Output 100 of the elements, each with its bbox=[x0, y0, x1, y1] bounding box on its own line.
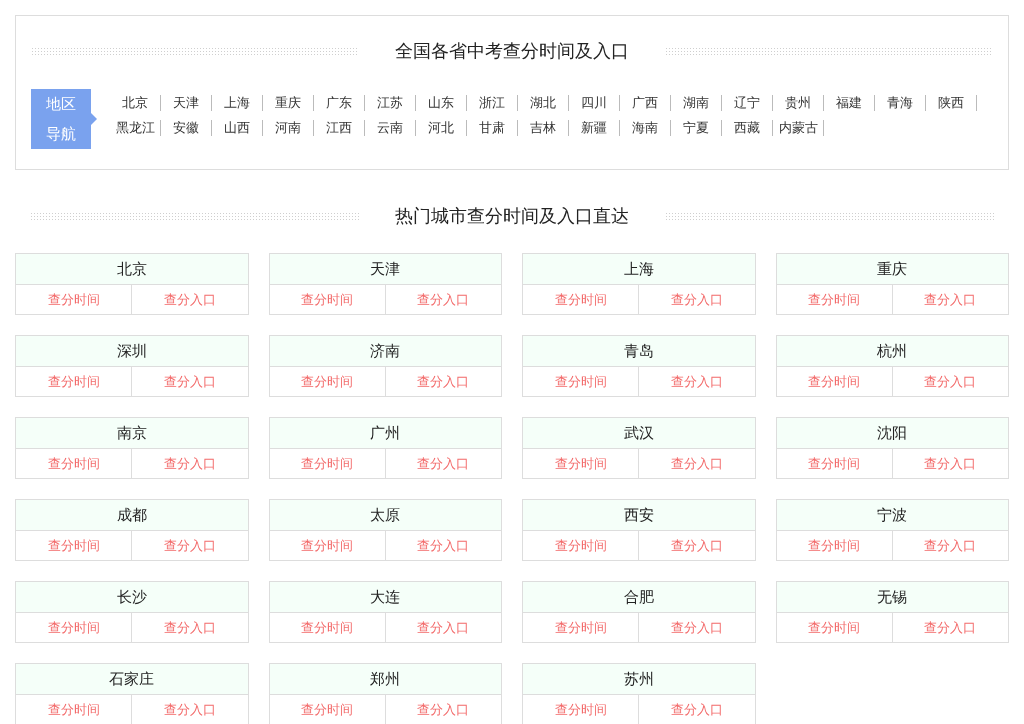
city-name: 苏州 bbox=[523, 664, 755, 695]
region-link[interactable]: 广东 bbox=[314, 95, 365, 111]
city-name: 沈阳 bbox=[776, 418, 1008, 449]
score-link[interactable]: 查分入口 bbox=[384, 449, 501, 478]
score-link[interactable]: 查分时间 bbox=[523, 531, 639, 560]
score-link[interactable]: 查分时间 bbox=[16, 613, 132, 642]
region-link[interactable]: 广西 bbox=[620, 95, 671, 111]
score-link[interactable]: 查分入口 bbox=[891, 449, 1008, 478]
city-name: 广州 bbox=[269, 418, 501, 449]
score-link[interactable]: 查分时间 bbox=[776, 285, 892, 314]
score-link[interactable]: 查分入口 bbox=[891, 367, 1008, 396]
score-link[interactable]: 查分入口 bbox=[384, 285, 501, 314]
region-link[interactable]: 宁夏 bbox=[671, 120, 722, 136]
city-name: 西安 bbox=[523, 500, 755, 531]
region-link[interactable]: 浙江 bbox=[467, 95, 518, 111]
region-link[interactable]: 青海 bbox=[875, 95, 926, 111]
region-link[interactable]: 西藏 bbox=[722, 120, 773, 136]
region-link[interactable]: 甘肃 bbox=[467, 120, 518, 136]
region-link[interactable]: 天津 bbox=[161, 95, 212, 111]
region-link[interactable]: 湖北 bbox=[518, 95, 569, 111]
region-link[interactable]: 吉林 bbox=[518, 120, 569, 136]
score-link[interactable]: 查分入口 bbox=[131, 695, 248, 724]
city-name: 南京 bbox=[16, 418, 248, 449]
score-link[interactable]: 查分入口 bbox=[131, 367, 248, 396]
region-link[interactable]: 四川 bbox=[569, 95, 620, 111]
region-link[interactable]: 河南 bbox=[263, 120, 314, 136]
region-link[interactable]: 福建 bbox=[824, 95, 875, 111]
score-link[interactable]: 查分时间 bbox=[269, 695, 385, 724]
score-link[interactable]: 查分时间 bbox=[776, 449, 892, 478]
score-link[interactable]: 查分时间 bbox=[269, 613, 385, 642]
region-link[interactable]: 江西 bbox=[314, 120, 365, 136]
score-link[interactable]: 查分时间 bbox=[16, 695, 132, 724]
section-title: 全国各省中考查分时间及入口 bbox=[395, 40, 629, 63]
score-link[interactable]: 查分时间 bbox=[269, 449, 385, 478]
city-name: 郑州 bbox=[269, 664, 501, 695]
score-link[interactable]: 查分时间 bbox=[776, 613, 892, 642]
score-link[interactable]: 查分入口 bbox=[384, 613, 501, 642]
score-link[interactable]: 查分入口 bbox=[638, 285, 755, 314]
score-link[interactable]: 查分入口 bbox=[131, 285, 248, 314]
score-link[interactable]: 查分入口 bbox=[384, 367, 501, 396]
city-name: 合肥 bbox=[523, 582, 755, 613]
score-link[interactable]: 查分时间 bbox=[523, 695, 639, 724]
city-name: 北京 bbox=[16, 254, 248, 285]
city-name: 青岛 bbox=[523, 336, 755, 367]
score-link[interactable]: 查分入口 bbox=[638, 531, 755, 560]
score-link[interactable]: 查分时间 bbox=[523, 449, 639, 478]
score-link[interactable]: 查分时间 bbox=[16, 367, 132, 396]
score-link[interactable]: 查分入口 bbox=[131, 531, 248, 560]
region-link[interactable]: 陕西 bbox=[926, 95, 977, 111]
score-link[interactable]: 查分时间 bbox=[269, 531, 385, 560]
city-name: 长沙 bbox=[16, 582, 248, 613]
region-link[interactable]: 上海 bbox=[212, 95, 263, 111]
city-name: 成都 bbox=[16, 500, 248, 531]
score-link[interactable]: 查分时间 bbox=[269, 285, 385, 314]
pointer-arrow-icon bbox=[91, 113, 97, 125]
score-link[interactable]: 查分入口 bbox=[131, 449, 248, 478]
score-link[interactable]: 查分时间 bbox=[776, 367, 892, 396]
city-name: 天津 bbox=[269, 254, 501, 285]
score-link[interactable]: 查分入口 bbox=[638, 695, 755, 724]
score-link[interactable]: 查分入口 bbox=[891, 613, 1008, 642]
score-link[interactable]: 查分时间 bbox=[16, 449, 132, 478]
region-link[interactable]: 贵州 bbox=[773, 95, 824, 111]
region-link[interactable]: 江苏 bbox=[365, 95, 416, 111]
score-link[interactable]: 查分时间 bbox=[523, 285, 639, 314]
region-link[interactable]: 海南 bbox=[620, 120, 671, 136]
score-link[interactable]: 查分入口 bbox=[638, 449, 755, 478]
region-link[interactable]: 河北 bbox=[416, 120, 467, 136]
region-link[interactable]: 山西 bbox=[212, 120, 263, 136]
score-link[interactable]: 查分时间 bbox=[269, 367, 385, 396]
city-name: 宁波 bbox=[776, 500, 1008, 531]
score-link[interactable]: 查分时间 bbox=[16, 531, 132, 560]
score-link[interactable]: 查分时间 bbox=[776, 531, 892, 560]
score-link[interactable]: 查分入口 bbox=[891, 531, 1008, 560]
score-link[interactable]: 查分时间 bbox=[523, 367, 639, 396]
score-link[interactable]: 查分入口 bbox=[638, 613, 755, 642]
score-link[interactable]: 查分时间 bbox=[16, 285, 132, 314]
region-link[interactable]: 安徽 bbox=[161, 120, 212, 136]
region-link[interactable]: 黑龙江 bbox=[110, 120, 161, 136]
score-link[interactable]: 查分入口 bbox=[384, 531, 501, 560]
city-name: 重庆 bbox=[776, 254, 1008, 285]
city-name: 太原 bbox=[269, 500, 501, 531]
city-name: 济南 bbox=[269, 336, 501, 367]
score-link[interactable]: 查分入口 bbox=[638, 367, 755, 396]
region-link[interactable]: 辽宁 bbox=[722, 95, 773, 111]
city-name: 杭州 bbox=[776, 336, 1008, 367]
region-link[interactable]: 云南 bbox=[365, 120, 416, 136]
region-link[interactable]: 重庆 bbox=[263, 95, 314, 111]
region-link[interactable]: 新疆 bbox=[569, 120, 620, 136]
city-name: 武汉 bbox=[523, 418, 755, 449]
region-nav-label: 地区导航 bbox=[31, 89, 91, 149]
score-link[interactable]: 查分入口 bbox=[384, 695, 501, 724]
region-link[interactable]: 湖南 bbox=[671, 95, 722, 111]
region-link[interactable]: 北京 bbox=[110, 95, 161, 111]
score-link[interactable]: 查分入口 bbox=[131, 613, 248, 642]
section-title: 热门城市查分时间及入口直达 bbox=[395, 205, 629, 228]
city-name: 无锡 bbox=[776, 582, 1008, 613]
score-link[interactable]: 查分入口 bbox=[891, 285, 1008, 314]
region-link[interactable]: 内蒙古 bbox=[773, 120, 824, 136]
region-link[interactable]: 山东 bbox=[416, 95, 467, 111]
score-link[interactable]: 查分时间 bbox=[523, 613, 639, 642]
